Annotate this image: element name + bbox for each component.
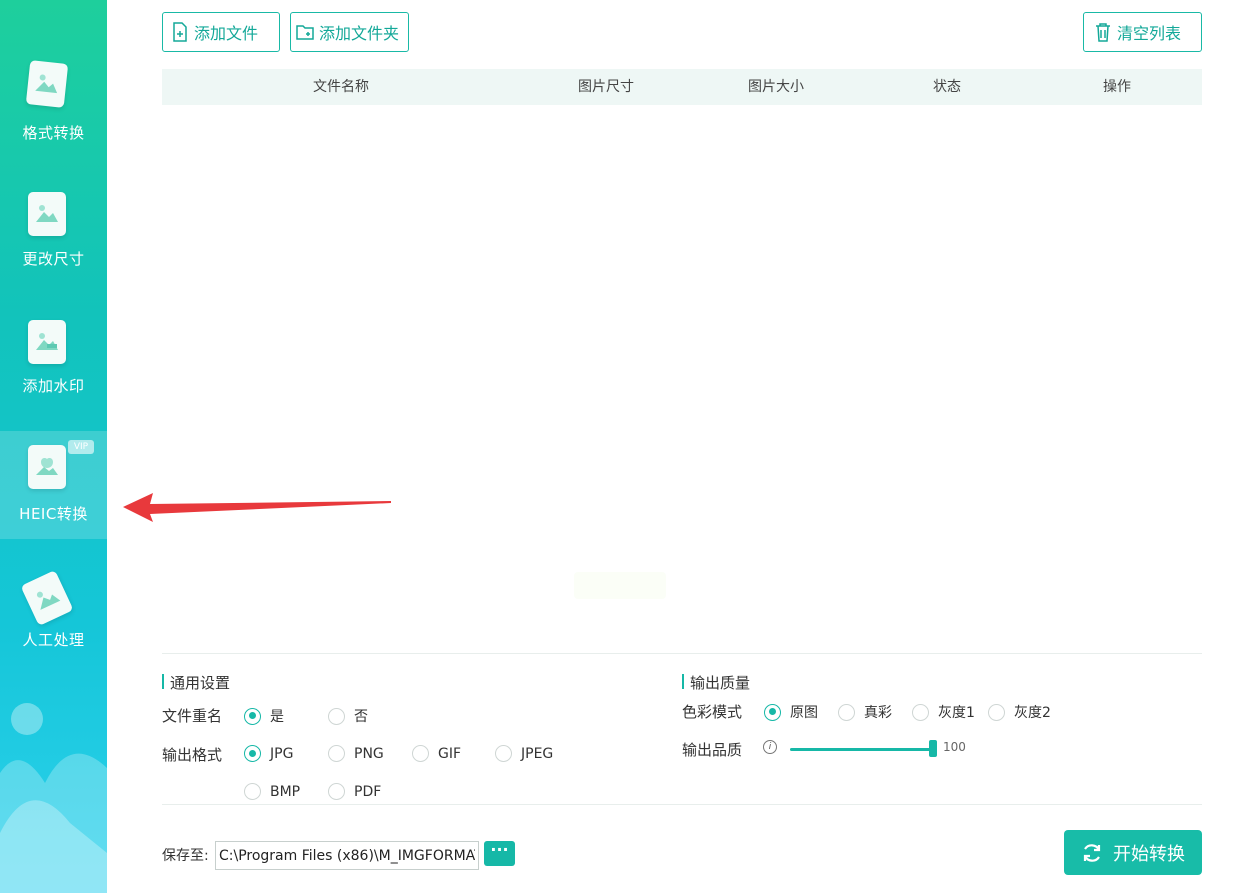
browse-button[interactable]: ··· [484,841,515,866]
radio-label: 原图 [790,705,818,721]
rename-no-radio[interactable]: 否 [328,706,368,726]
radio-dot [328,745,345,762]
sidebar-item-label: 添加水印 [22,377,85,395]
red-arrow-annotation [123,493,391,522]
column-header-size: 图片大小 [748,79,804,95]
radio-label: PDF [354,783,382,800]
radio-dot [988,703,1005,721]
format-bmp-radio[interactable]: BMP [244,783,300,800]
add-file-button[interactable]: 添加文件 [162,12,280,52]
start-convert-button[interactable]: 开始转换 [1064,830,1202,875]
radio-dot [838,703,855,721]
file-table-header: 文件名称 图片尺寸 图片大小 状态 操作 [162,69,1202,105]
add-folder-button[interactable]: 添加文件夹 [290,12,409,52]
format-pdf-radio[interactable]: PDF [328,783,381,800]
clear-list-button[interactable]: 清空列表 [1083,12,1202,52]
radio-dot [495,745,512,762]
radio-label: 是 [270,709,284,725]
quality-slider-handle[interactable] [929,740,937,757]
radio-label: JPG [270,745,294,762]
start-convert-label: 开始转换 [1113,843,1185,865]
quality-value: 100 [943,740,966,754]
radio-dot [328,783,345,800]
divider [162,653,1202,654]
radio-label: 真彩 [864,705,892,721]
sidebar-item-heic[interactable]: VIP HEIC转换 [0,431,107,539]
color-gray1-radio[interactable]: 灰度1 [912,702,975,722]
radio-dot [244,745,261,762]
vip-badge: VIP [68,440,94,454]
radio-dot [328,707,345,725]
column-header-actions: 操作 [1103,79,1131,95]
save-to-label: 保存至: [162,848,209,864]
format-jpeg-radio[interactable]: JPEG [495,745,553,762]
color-mode-label: 色彩模式 [682,703,743,721]
output-quality-label: 输出品质 [682,741,743,759]
column-header-dimensions: 图片尺寸 [578,79,634,95]
radio-label: GIF [438,745,462,762]
main-panel: 添加文件 添加文件夹 清空列表 文件名称 图片尺寸 图片大小 状态 操作 通用设… [107,0,1242,893]
add-folder-label: 添加文件夹 [319,24,400,43]
quality-slider-track[interactable] [790,748,933,751]
sidebar-item-resize[interactable]: 更改尺寸 [0,192,107,300]
radio-label: 灰度1 [938,705,975,721]
save-path-input[interactable] [215,841,479,870]
radio-label: JPEG [521,745,554,762]
output-quality-title: 输出质量 [682,672,750,693]
format-png-radio[interactable]: PNG [328,745,384,762]
column-header-status: 状态 [933,79,961,95]
sidebar-item-label: 更改尺寸 [22,250,85,268]
rename-yes-radio[interactable]: 是 [244,706,284,726]
decorative-mountains [0,753,107,893]
add-folder-icon [296,25,314,40]
sidebar: 格式转换 更改尺寸 添加水印 VIP HEIC转换 人工处理 [0,0,107,893]
trash-icon [1096,23,1110,42]
clear-list-label: 清空列表 [1117,24,1182,43]
sidebar-item-manual[interactable]: 人工处理 [0,568,107,676]
sidebar-item-watermark[interactable]: 添加水印 [0,320,107,428]
radio-dot [412,745,429,762]
empty-list-area [574,572,666,599]
rename-label: 文件重名 [162,707,223,725]
output-format-label: 输出格式 [162,746,223,764]
sidebar-item-format-convert[interactable]: 格式转换 [0,60,107,170]
column-header-filename: 文件名称 [313,79,369,95]
sidebar-item-label: 人工处理 [22,631,85,649]
radio-label: 灰度2 [1014,705,1051,721]
image-resize-icon [28,192,66,236]
color-gray2-radio[interactable]: 灰度2 [988,702,1051,722]
color-truecolor-radio[interactable]: 真彩 [838,702,892,722]
format-jpg-radio[interactable]: JPG [244,745,293,762]
radio-label: BMP [270,783,301,800]
heic-apple-icon [28,445,66,489]
radio-dot [244,783,261,800]
manual-process-icon [20,570,74,626]
radio-dot [912,703,929,721]
info-icon[interactable]: i [763,740,777,754]
radio-label: PNG [354,745,384,762]
add-file-label: 添加文件 [194,24,259,43]
format-gif-radio[interactable]: GIF [412,745,461,762]
color-original-radio[interactable]: 原图 [764,702,818,722]
add-file-icon [173,22,187,42]
image-convert-icon [25,60,69,108]
radio-label: 否 [354,709,368,725]
radio-dot [764,703,781,721]
divider [162,804,1202,805]
image-watermark-icon [28,320,66,364]
radio-dot [244,707,261,725]
general-settings-title: 通用设置 [162,672,230,693]
sidebar-item-label: 格式转换 [22,124,85,142]
refresh-icon [1083,843,1101,862]
sidebar-item-label: HEIC转换 [19,505,88,523]
